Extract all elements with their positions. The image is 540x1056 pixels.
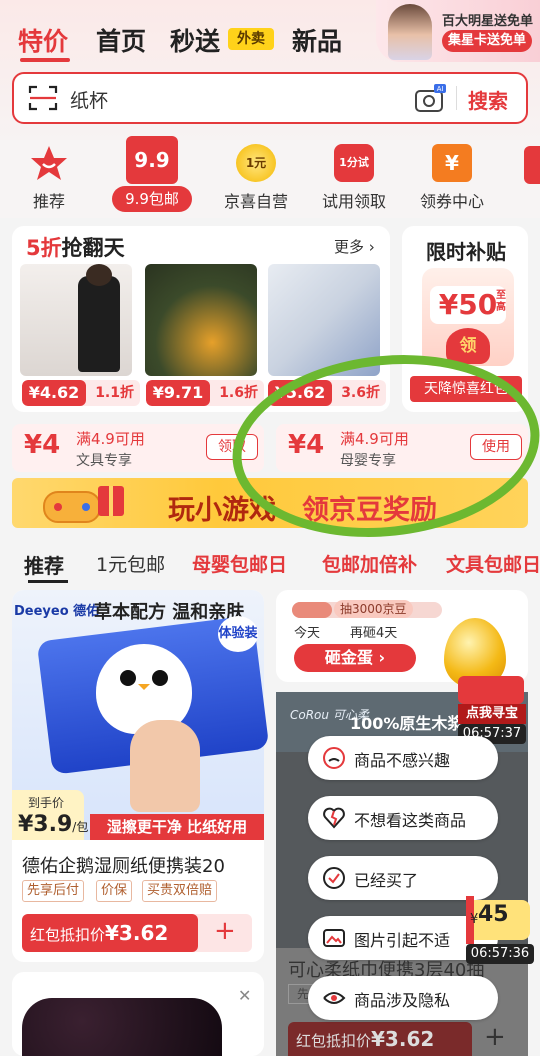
corou-redbag-price: 红包抵扣价¥3.62: [288, 1022, 472, 1056]
tab-new[interactable]: 新品: [292, 22, 342, 58]
claim-envelope: 领: [446, 328, 490, 364]
penguin-eyes: [120, 670, 168, 690]
check-circle-icon: [323, 867, 345, 889]
close-icon[interactable]: ✕: [238, 986, 251, 1005]
waimai-badge: 外卖: [228, 28, 274, 50]
product-title[interactable]: 德佑企鹅湿厕纸便携装20: [22, 852, 225, 878]
egg-reward: 抽3000京豆: [334, 600, 413, 618]
broken-heart-icon: [323, 807, 345, 829]
camera-icon[interactable]: AI: [414, 84, 446, 114]
corou-headline: 100%原生木浆: [350, 714, 464, 733]
egg-progress-fill: [292, 602, 332, 618]
category-label: 京喜自营: [223, 192, 288, 211]
product-tag: 买贵双倍赔: [142, 880, 218, 902]
egg-today: 今天: [294, 626, 321, 641]
treasure-box-icon[interactable]: [458, 676, 524, 704]
search-button[interactable]: 搜索: [468, 85, 508, 114]
flash-price-1[interactable]: ¥4.62 1.1折: [22, 380, 140, 406]
feed-tab-maternal[interactable]: 母婴包邮日: [192, 550, 287, 577]
feed-tab-indicator: [28, 580, 68, 583]
feedback-dont-want[interactable]: 不想看这类商品: [308, 796, 498, 840]
flash-price-2[interactable]: ¥9.71 1.6折: [146, 380, 264, 406]
product-tag: 价保: [96, 880, 133, 902]
limit-title: 限时补贴: [426, 240, 506, 264]
feed-tab-recommend[interactable]: 推荐: [24, 550, 64, 579]
egg-again: 再砸4天: [350, 626, 398, 641]
meh-face-icon: [323, 747, 345, 769]
product-image-mulberry[interactable]: [22, 998, 222, 1056]
promo-line2[interactable]: 集星卡送免单: [442, 30, 533, 52]
trial-badge: 体验装: [218, 616, 258, 652]
coupon-condition: 满4.9可用: [76, 430, 145, 448]
category-label: 试用领取: [321, 192, 386, 211]
coupon-amount: ¥4: [24, 430, 61, 460]
feedback-privacy[interactable]: 商品涉及隐私: [308, 976, 498, 1020]
brand-logo: Deeyeo 德佑: [14, 604, 100, 619]
smash-egg-button[interactable]: 砸金蛋 ›: [294, 644, 416, 672]
coin-value: 45: [478, 902, 509, 927]
celebrity-portrait: [388, 4, 432, 60]
category-label: 9.9包邮: [112, 186, 192, 212]
search-divider: [456, 86, 457, 110]
category-coupon-center[interactable]: ¥ 领券中心: [410, 140, 494, 218]
redbag-price: 红包抵扣价¥3.62: [22, 914, 198, 952]
star-icon: [31, 146, 67, 180]
scan-icon[interactable]: [28, 84, 58, 112]
add-to-cart-button[interactable]: +: [214, 916, 236, 946]
feed-tab-double[interactable]: 包邮加倍补: [322, 550, 417, 577]
category-jingxi[interactable]: 1元 京喜自营: [214, 140, 298, 218]
camera-ai-badge: AI: [437, 86, 444, 93]
feed-tab-one-yuan[interactable]: 1元包邮: [96, 550, 165, 577]
product-image-pumpkin[interactable]: [145, 264, 257, 376]
corou-add-button[interactable]: +: [484, 1022, 506, 1052]
product-tag: 先享后付: [22, 880, 85, 902]
more-link[interactable]: 更多 ›: [334, 236, 375, 257]
category-label: 领券中心: [419, 192, 484, 211]
eye-icon: [323, 992, 346, 1004]
category-more-partial[interactable]: [524, 146, 540, 184]
promo-line1: 百大明星送免单: [442, 14, 534, 29]
tab-active-indicator: [20, 58, 70, 62]
image-icon: [323, 929, 345, 947]
coin-timer: 06:57:36: [466, 944, 534, 964]
category-recommend[interactable]: 推荐: [18, 140, 80, 218]
category-trial[interactable]: 1分试 试用领取: [312, 140, 396, 218]
product-selling-strip: 湿擦更干净 比纸好用: [90, 814, 264, 840]
coin-icon: 1元: [236, 144, 276, 182]
feedback-bought[interactable]: 已经买了: [308, 856, 498, 900]
tab-home[interactable]: 首页: [96, 22, 146, 58]
subsidy-amount: ¥50: [430, 286, 506, 324]
trial-bag-icon: 1分试: [334, 144, 374, 182]
arrival-price: ¥3.9/包: [18, 812, 89, 837]
gamepad-gift-icon: [43, 486, 124, 523]
coupon-center-icon: ¥: [432, 144, 472, 182]
tab-miaosong[interactable]: 秒送: [170, 22, 220, 58]
model-head: [86, 264, 112, 286]
treasure-label[interactable]: 点我寻宝: [458, 704, 526, 724]
category-9-9[interactable]: 9.9 9.9包邮: [112, 136, 192, 216]
apron-shape: [78, 276, 120, 372]
coupon-scope: 文具专享: [76, 453, 132, 469]
hand-graphic: [130, 720, 200, 812]
search-input[interactable]: 纸杯: [70, 86, 108, 113]
subsidy-amount-suffix: 至高: [496, 290, 506, 313]
feed-tab-stationery[interactable]: 文具包邮日: [446, 550, 540, 577]
feedback-not-interested[interactable]: 商品不感兴趣: [308, 736, 498, 780]
tab-tejia[interactable]: 特价: [18, 22, 68, 58]
arrival-label: 到手价: [28, 796, 65, 810]
nine-nine-icon: 9.9: [126, 136, 178, 184]
flash-sale-title: 5折抢翻天: [26, 236, 125, 260]
category-label: 推荐: [32, 192, 65, 211]
